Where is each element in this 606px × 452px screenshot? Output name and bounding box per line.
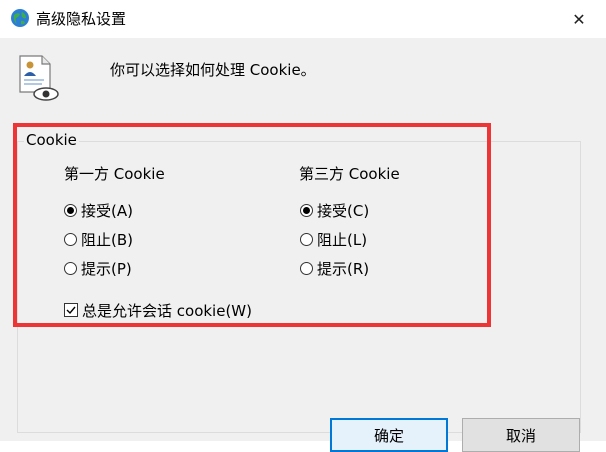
session-cookie-checkbox[interactable]: 总是允许会话 cookie(W) xyxy=(64,300,252,320)
cookie-groupbox xyxy=(17,141,581,433)
first-party-prompt-radio[interactable]: 提示(P) xyxy=(64,258,132,278)
third-party-accept-radio[interactable]: 接受(C) xyxy=(300,200,369,220)
first-party-title: 第一方 Cookie xyxy=(64,165,165,183)
checkmark-icon xyxy=(66,306,76,315)
radio-indicator xyxy=(300,203,313,217)
radio-label: 接受(C) xyxy=(317,201,370,220)
checkbox-indicator xyxy=(64,303,78,317)
ok-button[interactable]: 确定 xyxy=(330,418,448,452)
radio-indicator xyxy=(300,232,313,246)
cancel-button[interactable]: 取消 xyxy=(462,418,580,452)
groupbox-legend: Cookie xyxy=(24,130,79,150)
radio-label: 阻止(L) xyxy=(317,230,368,249)
radio-indicator xyxy=(64,203,77,217)
close-button[interactable]: ✕ xyxy=(556,0,602,38)
radio-label: 阻止(B) xyxy=(81,230,133,249)
window-title: 高级隐私设置 xyxy=(36,10,127,28)
first-party-block-radio[interactable]: 阻止(B) xyxy=(64,229,133,249)
radio-label: 接受(A) xyxy=(81,201,133,220)
third-party-block-radio[interactable]: 阻止(L) xyxy=(300,229,367,249)
radio-indicator xyxy=(64,232,77,246)
globe-icon xyxy=(11,9,29,27)
first-party-accept-radio[interactable]: 接受(A) xyxy=(64,200,133,220)
checkbox-label: 总是允许会话 cookie(W) xyxy=(82,301,252,320)
close-icon: ✕ xyxy=(572,9,586,29)
dialog-body: 你可以选择如何处理 Cookie。 Cookie 第一方 Cookie 第三方 … xyxy=(0,38,606,452)
radio-indicator xyxy=(300,261,313,275)
description-text: 你可以选择如何处理 Cookie。 xyxy=(110,61,316,79)
privacy-document-icon xyxy=(19,55,59,101)
radio-indicator xyxy=(64,261,77,275)
radio-label: 提示(P) xyxy=(81,259,132,278)
third-party-prompt-radio[interactable]: 提示(R) xyxy=(300,258,369,278)
third-party-title: 第三方 Cookie xyxy=(299,165,400,183)
title-bar: 高级隐私设置 ✕ xyxy=(0,0,606,38)
radio-label: 提示(R) xyxy=(317,259,370,278)
